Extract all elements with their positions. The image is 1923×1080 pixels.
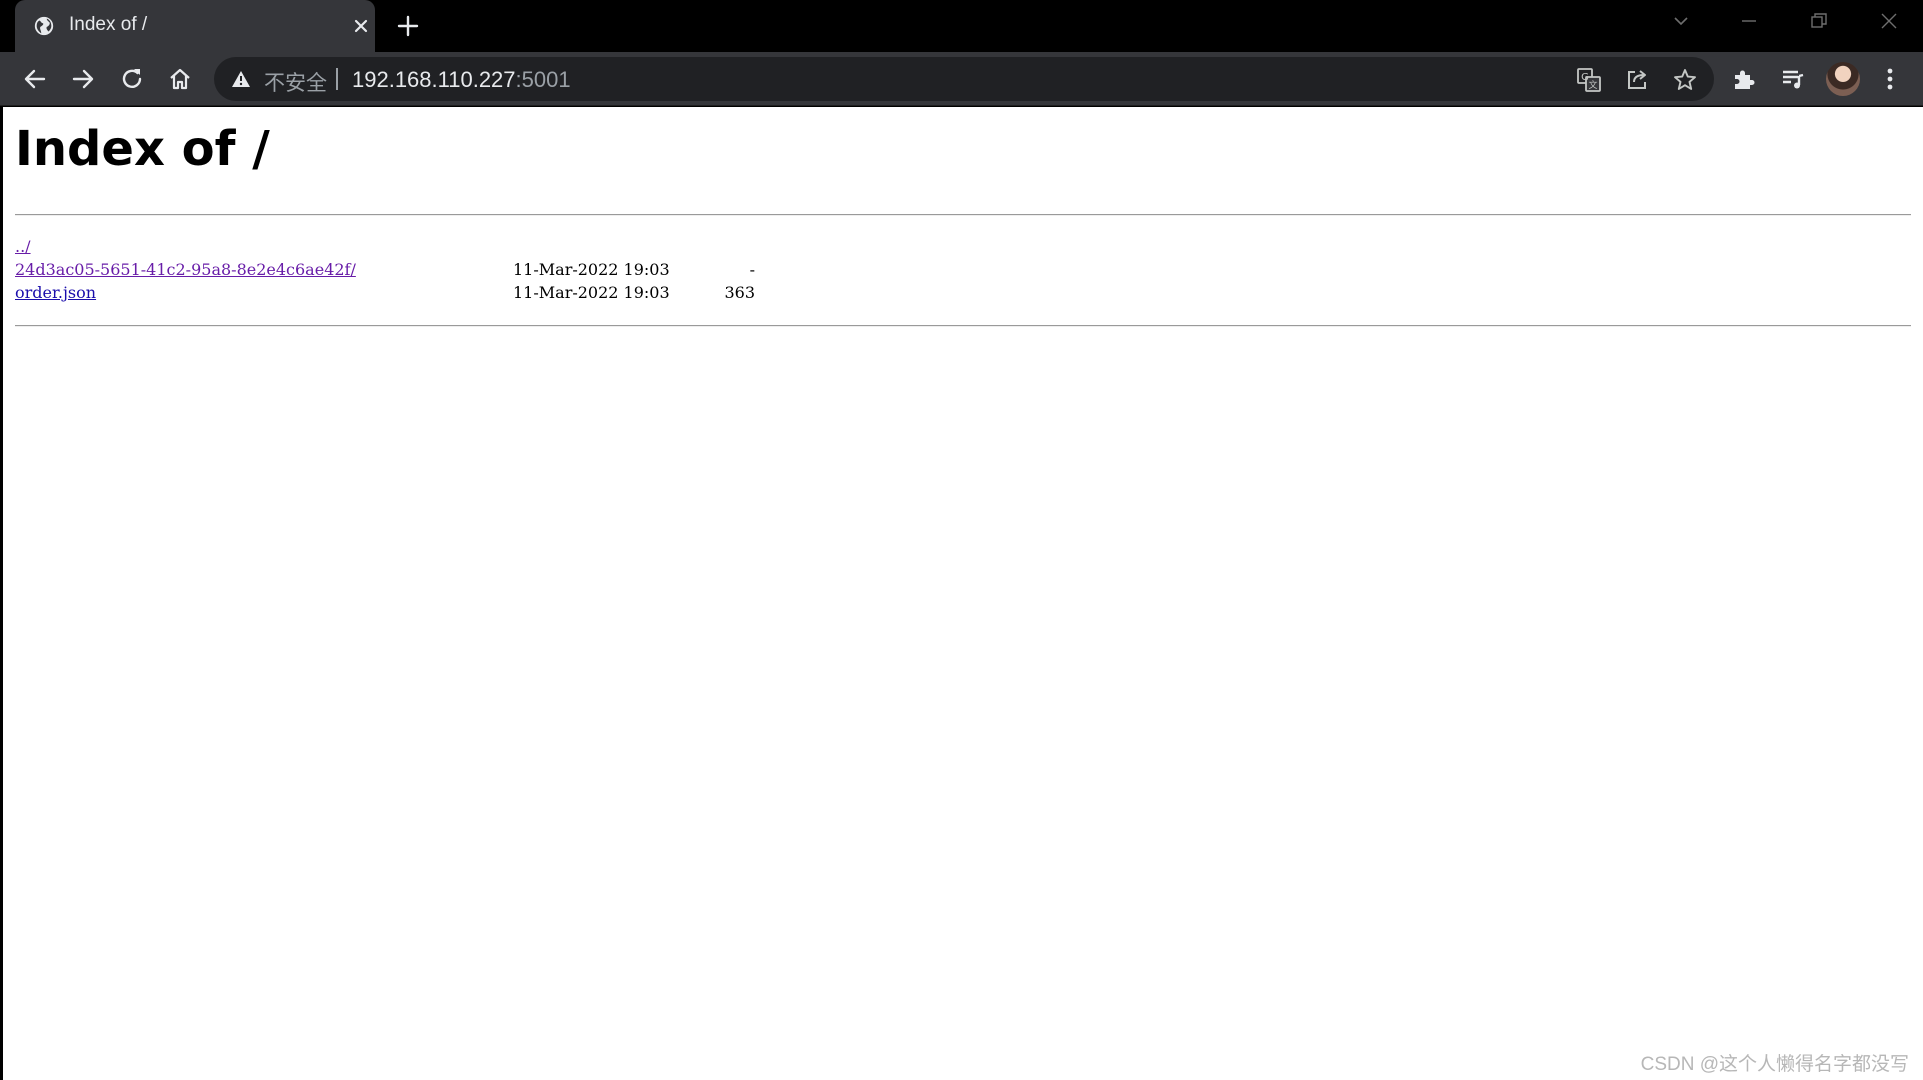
entry-size: - xyxy=(749,260,755,279)
folder-link[interactable]: 24d3ac05-5651-41c2-95a8-8e2e4c6ae42f/ xyxy=(15,258,356,281)
omnibox-divider xyxy=(336,68,338,90)
new-tab-icon[interactable] xyxy=(396,14,420,38)
home-icon[interactable] xyxy=(166,65,194,93)
url-text[interactable]: 192.168.110.227:5001 xyxy=(352,67,571,93)
tab-search-icon[interactable] xyxy=(1670,10,1692,32)
reload-icon[interactable] xyxy=(118,65,146,93)
divider-bottom xyxy=(15,325,1911,327)
parent-directory-link[interactable]: ../ xyxy=(15,235,31,258)
extensions-puzzle-icon[interactable] xyxy=(1730,65,1758,93)
minimize-icon[interactable] xyxy=(1738,10,1760,32)
browser-tab[interactable]: Index of / xyxy=(15,0,375,52)
globe-icon xyxy=(34,16,54,36)
url-port: :5001 xyxy=(515,67,571,92)
browser-toolbar: 不安全 192.168.110.227:5001 G 文 xyxy=(0,52,1923,106)
address-bar[interactable]: 不安全 192.168.110.227:5001 G 文 xyxy=(214,57,1714,101)
tab-strip: Index of / xyxy=(0,0,1923,52)
watermark-text: CSDN @这个人懒得名字都没写 xyxy=(1640,1054,1909,1075)
back-icon[interactable] xyxy=(21,65,49,93)
forward-icon[interactable] xyxy=(69,65,97,93)
warning-icon[interactable] xyxy=(231,70,251,88)
profile-avatar[interactable] xyxy=(1826,62,1860,96)
close-window-icon[interactable] xyxy=(1878,10,1900,32)
url-host: 192.168.110.227 xyxy=(352,67,516,92)
bookmark-star-icon[interactable] xyxy=(1672,67,1698,93)
page-viewport: Index of / ../ 24d3ac05-5651-41c2-95a8-8… xyxy=(3,107,1923,1080)
tab-title: Index of / xyxy=(69,14,148,35)
file-link[interactable]: order.json xyxy=(15,281,96,304)
restore-icon[interactable] xyxy=(1808,10,1830,32)
entry-size: 363 xyxy=(724,283,755,302)
page-title: Index of / xyxy=(15,121,270,177)
menu-kebab-icon[interactable] xyxy=(1876,65,1904,93)
translate-icon[interactable]: G 文 xyxy=(1576,67,1602,93)
close-icon[interactable] xyxy=(351,16,371,36)
svg-text:文: 文 xyxy=(1588,79,1597,91)
security-label[interactable]: 不安全 xyxy=(264,67,327,97)
share-icon[interactable] xyxy=(1624,67,1650,93)
media-queue-icon[interactable] xyxy=(1779,65,1807,93)
divider-top xyxy=(15,214,1911,216)
